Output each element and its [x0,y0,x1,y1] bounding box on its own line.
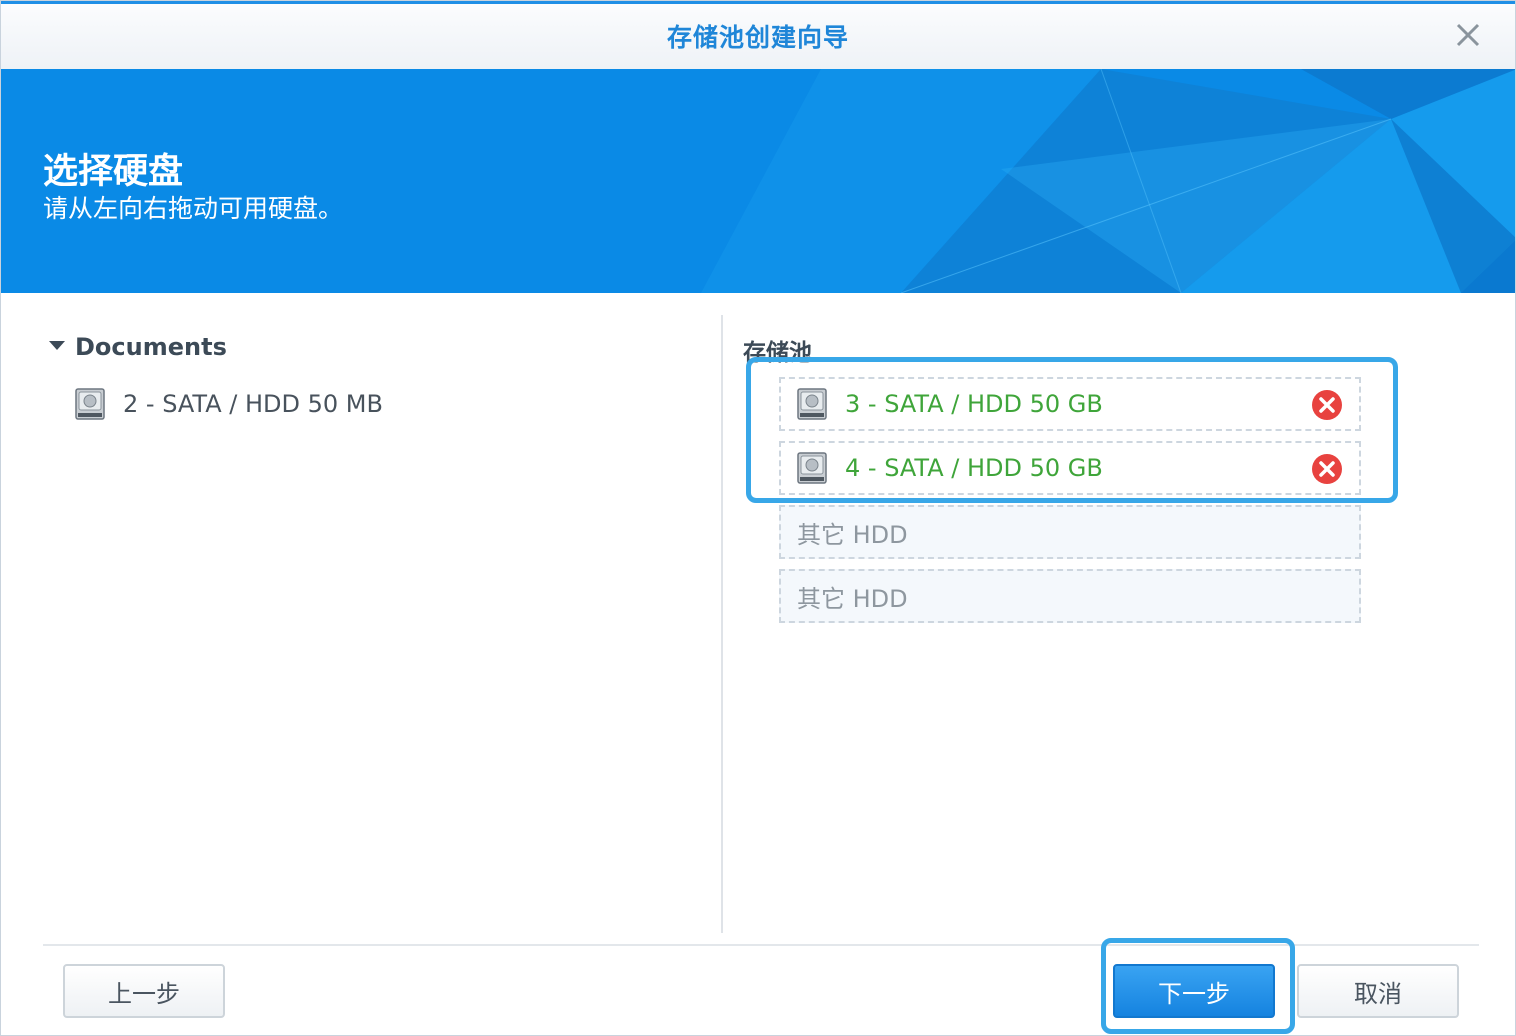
header-banner: 选择硬盘 请从左向右拖动可用硬盘。 [1,69,1515,293]
pool-label: 存储池 [743,340,812,366]
wizard-window: 存储池创建向导 选择硬盘 请从左向右拖动可用硬盘。 Documents 2 - … [0,0,1516,1036]
disk-label: 2 - SATA / HDD 50 MB [123,390,383,418]
available-disk-item[interactable]: 2 - SATA / HDD 50 MB [75,387,383,421]
cancel-button[interactable]: 取消 [1297,964,1459,1018]
pool-slot-1[interactable]: 3 - SATA / HDD 50 GB [779,377,1361,431]
empty-slot-label: 其它 HDD [797,520,908,549]
hdd-icon [797,388,827,420]
group-name: Documents [75,333,227,361]
pool-disk-label: 3 - SATA / HDD 50 GB [845,390,1103,418]
hdd-icon [797,452,827,484]
window-title: 存储池创建向导 [666,23,849,52]
caret-down-icon [49,340,65,350]
back-button[interactable]: 上一步 [63,964,225,1018]
banner-background [1,69,1515,293]
title-bar: 存储池创建向导 [1,1,1515,69]
pool-slot-empty-4[interactable]: 其它 HDD [779,569,1361,623]
empty-slot-label: 其它 HDD [797,584,908,613]
next-button[interactable]: 下一步 [1113,964,1275,1018]
wizard-content: Documents 2 - SATA / HDD 50 MB 存储池 3 - S… [1,293,1515,1035]
pool-slot-2[interactable]: 4 - SATA / HDD 50 GB [779,441,1361,495]
remove-disk-icon[interactable] [1311,453,1343,485]
panel-divider [721,315,723,933]
hdd-icon [75,388,105,420]
remove-disk-icon[interactable] [1311,389,1343,421]
footer-divider [43,944,1479,946]
pool-slot-empty-3[interactable]: 其它 HDD [779,505,1361,559]
pool-disk-label: 4 - SATA / HDD 50 GB [845,454,1103,482]
step-instructions: 请从左向右拖动可用硬盘。 [43,194,344,223]
available-group-documents[interactable]: Documents [49,333,227,361]
close-icon[interactable] [1451,18,1485,52]
step-title: 选择硬盘 [43,152,184,192]
